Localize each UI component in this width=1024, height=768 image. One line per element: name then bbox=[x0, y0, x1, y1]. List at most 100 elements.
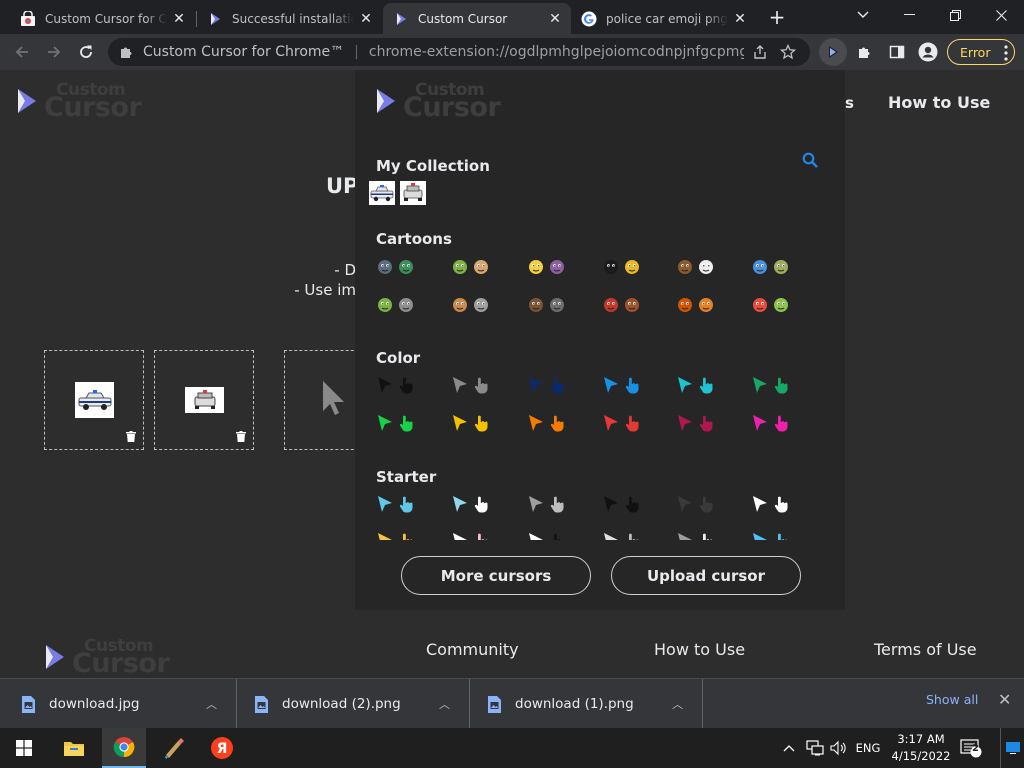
tab-successful-installation[interactable]: Successful installation - Custom Cursor … bbox=[197, 3, 382, 34]
cursor-pack-starter[interactable] bbox=[602, 495, 641, 513]
address-bar[interactable]: Custom Cursor for Chrome™ | chrome-exten… bbox=[108, 38, 810, 66]
error-label: Error bbox=[960, 44, 991, 60]
cursor-pack-color[interactable] bbox=[602, 376, 641, 394]
delete-icon[interactable] bbox=[126, 431, 136, 442]
footer-community-link[interactable]: Community bbox=[426, 640, 519, 659]
cursor-pack-starter[interactable] bbox=[376, 495, 415, 513]
cursor-pack-starter[interactable] bbox=[451, 532, 490, 540]
download-item[interactable]: download (2).png ︿ bbox=[255, 679, 469, 729]
download-item[interactable]: download.jpg ︿ bbox=[22, 679, 236, 729]
reload-button[interactable] bbox=[72, 38, 100, 66]
cursor-pack-cartoon[interactable] bbox=[376, 295, 415, 313]
cursor-pack-starter[interactable] bbox=[451, 495, 490, 513]
footer-how-to-use-link[interactable]: How to Use bbox=[654, 640, 745, 659]
download-item[interactable]: download (1).png ︿ bbox=[488, 679, 702, 729]
cursor-pack-starter[interactable] bbox=[602, 532, 641, 540]
forward-button[interactable] bbox=[40, 38, 68, 66]
nav-how-to-use[interactable]: How to Use bbox=[888, 93, 990, 112]
network-icon[interactable] bbox=[804, 728, 826, 768]
profile-icon[interactable] bbox=[916, 40, 940, 64]
close-tab-icon[interactable]: ✕ bbox=[171, 11, 187, 27]
tab-search-icon[interactable] bbox=[840, 0, 886, 30]
footer-terms-link[interactable]: Terms of Use bbox=[874, 640, 977, 659]
cursor-pack-cartoon[interactable] bbox=[527, 257, 566, 275]
cursor-pack-starter[interactable] bbox=[751, 495, 790, 513]
new-tab-button[interactable]: + bbox=[766, 6, 788, 28]
show-hidden-icons[interactable] bbox=[778, 728, 800, 768]
chevron-up-icon[interactable]: ︿ bbox=[206, 696, 217, 712]
cursor-pack-starter[interactable] bbox=[751, 532, 790, 540]
share-icon[interactable] bbox=[752, 44, 772, 60]
chevron-up-icon[interactable]: ︿ bbox=[672, 696, 683, 712]
cursor-pack-cartoon[interactable] bbox=[376, 257, 415, 275]
cursor-pack-color[interactable] bbox=[527, 376, 566, 394]
tab-custom-cursor[interactable]: Custom Cursor ✕ bbox=[383, 3, 571, 34]
more-menu-icon[interactable] bbox=[1004, 45, 1008, 61]
close-window-button[interactable] bbox=[978, 0, 1024, 30]
cursor-pack-color[interactable] bbox=[676, 376, 715, 394]
cursor-pack-cartoon[interactable] bbox=[451, 295, 490, 313]
tab-google-search[interactable]: police car emoji png - Google Search ✕ bbox=[571, 3, 756, 34]
cursor-pack-color[interactable] bbox=[751, 376, 790, 394]
cursor-pack-cartoon[interactable] bbox=[451, 257, 490, 275]
cursor-thumbnail-icon bbox=[453, 377, 467, 393]
volume-icon[interactable] bbox=[828, 728, 850, 768]
back-button[interactable] bbox=[8, 38, 36, 66]
start-button[interactable] bbox=[2, 728, 46, 768]
paint-app-icon[interactable] bbox=[152, 728, 196, 768]
language-indicator[interactable]: ENG bbox=[852, 728, 884, 768]
chrome-taskbar-icon[interactable] bbox=[102, 728, 146, 768]
tab-custom-cursor-store[interactable]: Custom Cursor for Chrome™ ✕ bbox=[10, 3, 195, 34]
cursor-pack-color[interactable] bbox=[376, 414, 415, 432]
cursor-pack-starter[interactable] bbox=[527, 532, 566, 540]
cursor-pack-cartoon[interactable] bbox=[676, 257, 715, 275]
cursor-pack-cartoon[interactable] bbox=[751, 295, 790, 313]
bookmark-star-icon[interactable] bbox=[780, 44, 800, 60]
restore-button[interactable] bbox=[932, 0, 978, 30]
cursor-pack-starter[interactable] bbox=[676, 495, 715, 513]
more-cursors-button[interactable]: More cursors bbox=[401, 556, 591, 595]
cursor-pack-cartoon[interactable] bbox=[602, 257, 641, 275]
file-explorer-icon[interactable] bbox=[52, 728, 96, 768]
notifications-icon[interactable]: 2 bbox=[958, 728, 984, 768]
cursor-pack-cartoon[interactable] bbox=[676, 295, 715, 313]
upload-cursor-button[interactable]: Upload cursor bbox=[611, 556, 801, 595]
side-panel-icon[interactable] bbox=[885, 40, 909, 64]
uploaded-cursor-card[interactable] bbox=[44, 350, 144, 450]
cursor-pack-cartoon[interactable] bbox=[602, 295, 641, 313]
cursor-thumbnail-icon bbox=[625, 377, 639, 394]
nav-link-partial[interactable]: s bbox=[845, 94, 854, 112]
cursor-thumbnail-icon bbox=[378, 377, 392, 393]
cursor-pack-color[interactable] bbox=[451, 414, 490, 432]
cursor-thumbnail-icon bbox=[625, 496, 639, 513]
cursor-pack-starter[interactable] bbox=[527, 495, 566, 513]
extensions-icon[interactable] bbox=[853, 40, 877, 64]
cursor-pack-color[interactable] bbox=[751, 414, 790, 432]
close-tab-icon[interactable]: ✕ bbox=[547, 11, 563, 27]
cursor-pack-color[interactable] bbox=[676, 414, 715, 432]
uploaded-cursor-card[interactable] bbox=[154, 350, 254, 450]
cursor-pack-cartoon[interactable] bbox=[751, 257, 790, 275]
minimize-button[interactable] bbox=[886, 0, 932, 30]
chevron-up-icon[interactable]: ︿ bbox=[439, 696, 450, 712]
custom-cursor-extension-icon[interactable] bbox=[819, 38, 847, 66]
arrow-cursor-icon bbox=[323, 381, 344, 415]
show-all-button[interactable]: Show all bbox=[926, 692, 978, 707]
cursor-pack-starter[interactable] bbox=[376, 532, 415, 540]
show-desktop-button[interactable] bbox=[1000, 728, 1024, 768]
cursor-pack-color[interactable] bbox=[527, 414, 566, 432]
close-downloads-icon[interactable]: ✕ bbox=[998, 690, 1011, 709]
close-tab-icon[interactable]: ✕ bbox=[732, 11, 748, 27]
cursor-pack-cartoon[interactable] bbox=[527, 295, 566, 313]
cursor-pack-color[interactable] bbox=[376, 376, 415, 394]
yandex-browser-icon[interactable]: Я bbox=[200, 728, 244, 768]
delete-icon[interactable] bbox=[236, 431, 246, 442]
cursor-pack-color[interactable] bbox=[451, 376, 490, 394]
close-tab-icon[interactable]: ✕ bbox=[358, 11, 374, 27]
cursor-pack-starter[interactable] bbox=[676, 532, 715, 540]
add-cursor-card[interactable] bbox=[284, 350, 364, 450]
clock[interactable]: 3:17 AM 4/15/2022 bbox=[888, 731, 954, 765]
tab-title: Custom Cursor for Chrome™ bbox=[45, 11, 167, 26]
cursor-thumbnail-icon bbox=[753, 260, 767, 274]
cursor-pack-color[interactable] bbox=[602, 414, 641, 432]
